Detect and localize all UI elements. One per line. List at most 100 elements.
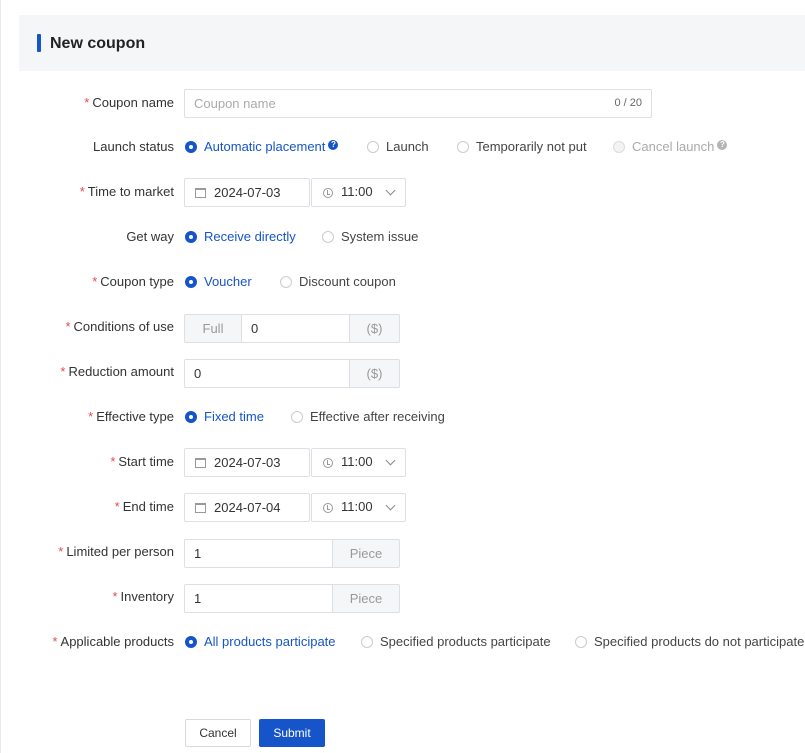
radio-specified-products-participate[interactable]: Specified products participate [361, 627, 551, 657]
date-value: 2024-07-03 [214, 455, 281, 470]
coupon-name-input[interactable]: Coupon name 0 / 20 [184, 89, 652, 118]
date-value: 2024-07-04 [214, 500, 281, 515]
radio-discount-coupon[interactable]: Discount coupon [280, 267, 396, 297]
required-mark: * [112, 589, 118, 604]
full-prefix: Full [184, 314, 242, 343]
date-value: 2024-07-03 [214, 185, 281, 200]
conditions-of-use-row: * Conditions of use Full 0 ($) [0, 312, 805, 343]
conditions-of-use-label: * Conditions of use [65, 319, 174, 334]
piece-suffix: Piece [332, 584, 400, 613]
limited-per-person-input[interactable]: 1 [184, 539, 333, 568]
calendar-icon [195, 503, 206, 513]
end-time-time-select[interactable]: 11:00 [311, 493, 406, 522]
radio-all-products[interactable]: All products participate [185, 627, 336, 657]
required-mark: * [52, 634, 58, 649]
radio-dot [185, 410, 197, 423]
required-mark: * [110, 454, 116, 469]
radio-dot [361, 635, 373, 648]
radio-dot [613, 140, 625, 153]
calendar-icon [195, 458, 206, 468]
radio-voucher[interactable]: Voucher [185, 267, 252, 297]
chevron-down-icon [385, 455, 396, 466]
coupon-name-label: * Coupon name [84, 95, 174, 110]
conditions-of-use-input[interactable]: 0 [241, 314, 350, 343]
radio-specified-products-not-participate[interactable]: Specified products do not participate [575, 627, 804, 657]
time-to-market-row: * Time to market 2024-07-03 11:00 [0, 177, 805, 207]
submit-button[interactable]: Submit [259, 719, 325, 747]
time-to-market-date-picker[interactable]: 2024-07-03 [184, 178, 310, 207]
coupon-name-row: * Coupon name Coupon name 0 / 20 [0, 88, 805, 118]
radio-dot [280, 275, 292, 288]
time-value: 11:00 [341, 499, 373, 514]
radio-effective-after-receiving[interactable]: Effective after receiving [291, 402, 445, 432]
time-to-market-time-select[interactable]: 11:00 [311, 178, 406, 207]
coupon-name-counter: 0 / 20 [614, 97, 642, 109]
radio-dot [575, 635, 587, 648]
calendar-icon [195, 188, 206, 198]
radio-launch[interactable]: Launch [367, 132, 429, 162]
start-time-date-picker[interactable]: 2024-07-03 [184, 448, 310, 477]
required-mark: * [84, 95, 90, 110]
end-time-label: * End time [114, 499, 174, 514]
get-way-label: Get way [126, 229, 174, 244]
get-way-row: Get way Receive directly System issue [0, 222, 805, 252]
launch-status-label: Launch status [93, 139, 174, 154]
help-icon[interactable]: ? [328, 140, 339, 150]
clock-icon [323, 188, 333, 198]
applicable-products-row: * Applicable products All products partic… [0, 627, 805, 657]
radio-dot [457, 140, 469, 153]
chevron-down-icon [385, 185, 396, 196]
required-mark: * [92, 274, 98, 289]
coupon-type-label: * Coupon type [92, 274, 174, 289]
required-mark: * [79, 184, 85, 199]
clock-icon [323, 458, 333, 468]
header-accent-bar [37, 34, 41, 52]
reduction-amount-label: * Reduction amount [60, 364, 174, 379]
required-mark: * [58, 544, 64, 559]
coupon-type-row: * Coupon type Voucher Discount coupon [0, 267, 805, 297]
radio-fixed-time[interactable]: Fixed time [185, 402, 264, 432]
required-mark: * [65, 319, 71, 334]
reduction-amount-input[interactable]: 0 [184, 359, 350, 388]
inventory-label: * Inventory [112, 589, 174, 604]
cancel-button[interactable]: Cancel [185, 719, 251, 747]
help-icon[interactable]: ? [717, 140, 728, 150]
required-mark: * [60, 364, 66, 379]
currency-suffix: ($) [349, 359, 400, 388]
inventory-row: * Inventory 1 Piece [0, 582, 805, 613]
required-mark: * [88, 409, 94, 424]
effective-type-row: * Effective type Fixed time Effective aft… [0, 402, 805, 432]
radio-dot [367, 140, 379, 153]
time-value: 11:00 [341, 184, 373, 199]
start-time-label: * Start time [110, 454, 174, 469]
start-time-time-select[interactable]: 11:00 [311, 448, 406, 477]
time-to-market-label: * Time to market [79, 184, 174, 199]
radio-dot [185, 275, 197, 288]
limited-per-person-label: * Limited per person [58, 544, 174, 559]
applicable-products-label: * Applicable products [52, 634, 174, 649]
radio-dot [291, 410, 303, 423]
radio-cancel-launch: Cancel launch? [613, 132, 728, 162]
reduction-amount-row: * Reduction amount 0 ($) [0, 357, 805, 388]
coupon-name-placeholder: Coupon name [194, 96, 276, 111]
radio-temporarily-not-put[interactable]: Temporarily not put [457, 132, 587, 162]
radio-system-issue[interactable]: System issue [322, 222, 418, 252]
end-time-row: * End time 2024-07-04 11:00 [0, 492, 805, 522]
radio-dot [185, 635, 197, 648]
radio-dot [185, 140, 197, 153]
page-title: New coupon [50, 35, 146, 52]
required-mark: * [114, 499, 120, 514]
piece-suffix: Piece [332, 539, 400, 568]
inventory-input[interactable]: 1 [184, 584, 333, 613]
time-value: 11:00 [341, 454, 373, 469]
chevron-down-icon [385, 500, 396, 511]
end-time-date-picker[interactable]: 2024-07-04 [184, 493, 310, 522]
page-header: New coupon [19, 15, 805, 71]
effective-type-label: * Effective type [88, 409, 174, 424]
radio-receive-directly[interactable]: Receive directly [185, 222, 296, 252]
radio-dot [185, 230, 197, 243]
radio-dot [322, 230, 334, 243]
radio-automatic-placement[interactable]: Automatic placement? [185, 132, 339, 162]
limited-per-person-row: * Limited per person 1 Piece [0, 537, 805, 568]
start-time-row: * Start time 2024-07-03 11:00 [0, 447, 805, 477]
